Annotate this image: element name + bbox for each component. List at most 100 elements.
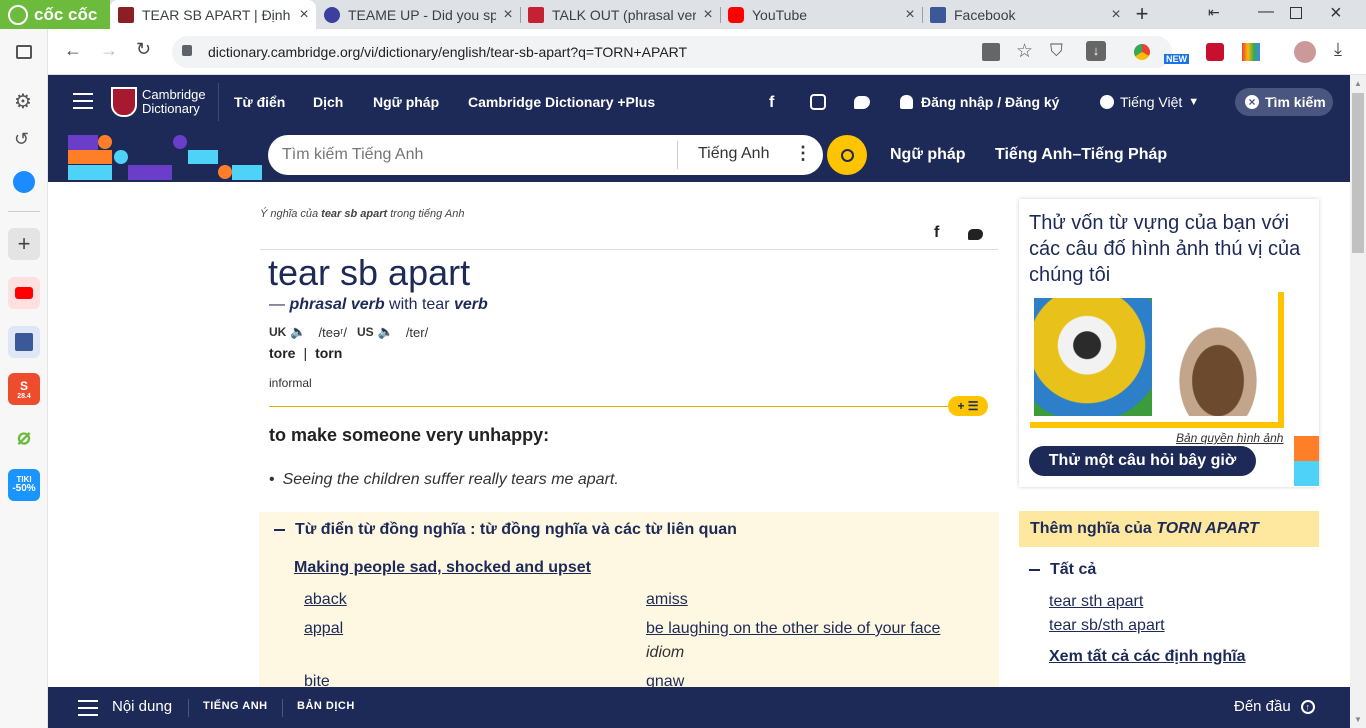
thesaurus-header[interactable]: Từ điển từ đồng nghĩa : từ đồng nghĩa và… [274, 521, 737, 539]
add-sidebar-app-button[interactable]: + [8, 228, 40, 260]
search-divider [677, 141, 678, 169]
more-options-icon[interactable]: ⋮ [794, 143, 812, 164]
scrollbar-thumb[interactable] [1352, 93, 1364, 253]
close-tab-icon[interactable]: × [696, 6, 720, 24]
nav-plus[interactable]: Cambridge Dictionary +Plus [468, 94, 655, 110]
decorative-blocks-logo [68, 135, 264, 181]
facebook-icon[interactable]: f [769, 94, 774, 112]
share-twitter-icon[interactable] [968, 229, 983, 240]
add-to-list-button[interactable]: + ☰ [948, 396, 988, 416]
thesaurus-word[interactable]: appal [304, 620, 343, 638]
english-french-link[interactable]: Tiếng Anh–Tiếng Pháp [995, 146, 1167, 164]
tab-search-icon[interactable]: ⇤ [1208, 4, 1220, 21]
all-meanings-toggle[interactable]: Tất cả [1029, 561, 1096, 579]
contents-menu-icon[interactable] [78, 700, 98, 716]
grammar-link[interactable]: Ngữ pháp [890, 146, 966, 164]
translate-icon[interactable] [982, 43, 1000, 61]
tab-youtube[interactable]: YouTube × [720, 0, 922, 29]
more-meanings-header: Thêm nghĩa của TORN APART [1019, 511, 1319, 547]
verb-forms: tore | torn [269, 345, 343, 361]
colorful-extension-icon[interactable] [1242, 43, 1260, 61]
coccoc-leaf-icon[interactable]: ⌀ [8, 421, 40, 453]
search-input[interactable] [282, 143, 672, 167]
us-audio-icon[interactable]: 🔈 [378, 324, 394, 340]
facebook-sidebar-icon[interactable] [8, 326, 40, 358]
maximize-button[interactable] [1290, 7, 1302, 19]
nav-translate[interactable]: Dịch [313, 94, 343, 110]
meaning-link[interactable]: tear sb/sth apart [1049, 617, 1165, 635]
example-sentence: • Seeing the children suffer really tears… [269, 471, 619, 488]
arrow-up-circle-icon: ↑ [1300, 699, 1315, 714]
download-page-icon[interactable]: ↓ [1086, 41, 1106, 61]
coccoc-extension-icon[interactable] [1134, 44, 1150, 60]
thesaurus-word[interactable]: amiss [646, 591, 688, 609]
tab-translation[interactable]: BẢN DỊCH [297, 700, 355, 712]
settings-gear-icon[interactable]: ⚙ [14, 89, 32, 114]
see-all-definitions-link[interactable]: Xem tất cả các định nghĩa [1049, 648, 1246, 666]
login-link[interactable]: Đăng nhập / Đăng ký [900, 94, 1059, 110]
bookmark-star-icon[interactable]: ☆ [1016, 40, 1033, 63]
search-toggle-button[interactable]: × Tìm kiếm [1235, 88, 1333, 116]
thesaurus-group-title[interactable]: Making people sad, shocked and upset [294, 559, 591, 577]
thesaurus-word[interactable]: be laughing on the other side of your fa… [646, 620, 940, 638]
tiki-sidebar-icon[interactable]: TIKI -50% [8, 469, 40, 501]
header-divider [218, 83, 219, 121]
image-copyright-link[interactable]: Bản quyền hình ảnh [1176, 431, 1283, 445]
page-scrollbar[interactable]: ▲ ▼ [1350, 75, 1366, 728]
address-bar[interactable]: dictionary.cambridge.org/vi/dictionary/e… [172, 36, 1172, 68]
definition-line [269, 406, 959, 407]
user-avatar[interactable] [1294, 41, 1316, 63]
search-language-select[interactable]: Tiếng Anh [698, 145, 769, 163]
forward-button[interactable]: → [100, 40, 118, 61]
tab-english[interactable]: TIẾNG ANH [203, 700, 268, 712]
tab-title: Facebook [954, 6, 1016, 23]
close-tab-icon[interactable]: × [898, 6, 922, 24]
tab-facebook[interactable]: Facebook × [922, 0, 1128, 29]
thesaurus-word[interactable]: aback [304, 591, 347, 609]
news-extension-icon[interactable]: NEW [1164, 41, 1190, 65]
contents-label[interactable]: Nội dung [112, 698, 172, 715]
url-text: dictionary.cambridge.org/vi/dictionary/e… [208, 44, 688, 60]
messenger-icon[interactable] [13, 171, 35, 193]
new-tab-button[interactable]: + [1130, 2, 1154, 26]
pos-dash: — [269, 296, 290, 313]
history-icon[interactable]: ↺ [14, 129, 29, 150]
to-top-label: Đến đầu [1234, 698, 1291, 715]
shopee-sidebar-icon[interactable]: S 28.4 [8, 373, 40, 405]
quiz-start-button[interactable]: Thử một câu hỏi bây giờ [1029, 446, 1256, 476]
tiki-discount: -50% [12, 483, 36, 494]
quiz-image-frame[interactable] [1030, 292, 1284, 428]
nav-dictionary[interactable]: Từ điển [234, 94, 285, 110]
youtube-sidebar-icon[interactable] [8, 277, 40, 309]
coccoc-logo[interactable]: cốc cốc [0, 0, 110, 29]
back-to-top-button[interactable]: Đến đầu ↑ [1234, 698, 1315, 715]
search-submit-button[interactable] [827, 135, 867, 175]
cambridge-logo[interactable]: Cambridge Dictionary [111, 86, 206, 118]
close-tab-icon[interactable]: × [292, 6, 316, 24]
hamburger-menu-icon[interactable] [73, 93, 93, 109]
red-extension-icon[interactable] [1206, 43, 1224, 61]
nav-grammar[interactable]: Ngữ pháp [373, 94, 439, 110]
reload-button[interactable]: ↻ [136, 39, 151, 60]
twitter-icon[interactable] [854, 96, 870, 109]
tab-teame-up[interactable]: TEAME UP - Did you sp × [316, 0, 520, 29]
shield-icon[interactable]: ⛉ [1050, 41, 1063, 61]
scroll-down-arrow-icon[interactable]: ▼ [1354, 715, 1362, 724]
downloads-icon[interactable]: ⤓ [1334, 39, 1342, 60]
sidebar-toggle-icon[interactable] [16, 45, 32, 59]
close-tab-icon[interactable]: × [1104, 6, 1128, 24]
tab-tear-sb-apart[interactable]: TEAR SB APART | Định ng × [110, 0, 316, 29]
scroll-up-arrow-icon[interactable]: ▲ [1354, 79, 1362, 88]
meaning-link[interactable]: tear sth apart [1049, 593, 1143, 611]
teame-up-favicon-icon [324, 6, 340, 23]
minimize-button[interactable]: — [1258, 3, 1274, 21]
language-selector[interactable]: Tiếng Việt ▼ [1100, 94, 1199, 110]
share-facebook-icon[interactable]: f [934, 224, 939, 242]
back-button[interactable]: ← [64, 40, 82, 61]
more-meanings-phrase: TORN APART [1156, 520, 1259, 537]
close-tab-icon[interactable]: × [496, 6, 520, 24]
instagram-icon[interactable] [810, 94, 826, 110]
close-window-button[interactable]: × [1330, 2, 1342, 25]
tab-talk-out[interactable]: TALK OUT (phrasal verb × [520, 0, 720, 29]
uk-audio-icon[interactable]: 🔈 [290, 324, 306, 340]
